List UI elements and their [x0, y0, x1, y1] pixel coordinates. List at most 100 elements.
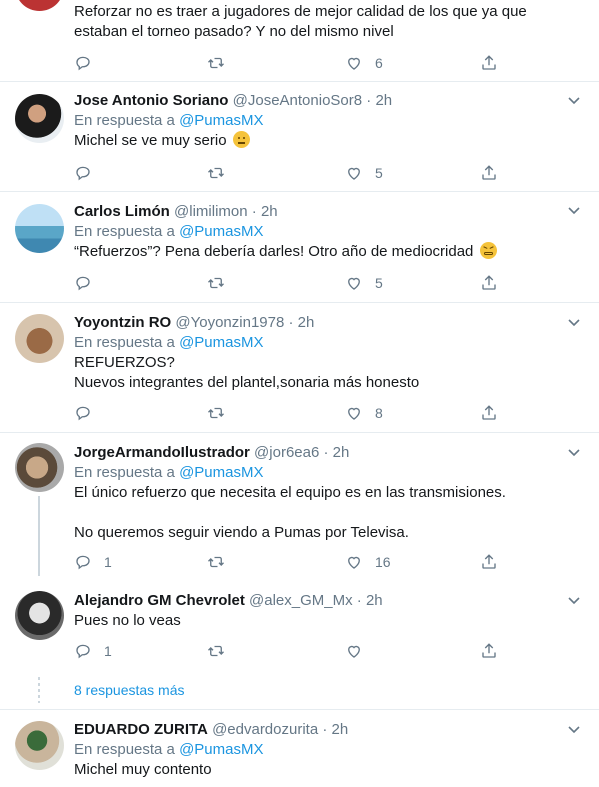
heart-icon	[348, 645, 360, 658]
reply-prefix: En respuesta a	[74, 112, 180, 129]
retweet-button[interactable]	[207, 641, 237, 661]
author-name[interactable]: JorgeArmandoIlustrador	[74, 444, 250, 461]
mention-link[interactable]: @PumasMX	[179, 112, 263, 129]
more-replies-link[interactable]: 8 respuestas más	[74, 682, 185, 698]
timestamp[interactable]: 2h	[333, 444, 350, 461]
like-button[interactable]: 5	[345, 163, 383, 183]
timestamp[interactable]: 2h	[298, 314, 315, 331]
like-button[interactable]: 16	[345, 552, 391, 572]
reply-button[interactable]: 1	[74, 552, 112, 572]
reply-prefix: En respuesta a	[74, 334, 180, 351]
retweet-button[interactable]	[207, 403, 237, 423]
author-name[interactable]: Yoyontzin RO	[74, 314, 171, 331]
timestamp[interactable]: 2h	[261, 203, 278, 220]
retweet-icon	[208, 556, 224, 568]
tweet-text: Michel se ve muy serio	[74, 131, 579, 151]
like-button[interactable]: 8	[345, 403, 383, 423]
separator-dot: ·	[288, 314, 294, 331]
author-handle[interactable]: @jor6ea6	[254, 444, 319, 461]
author-handle[interactable]: @limilimon	[174, 203, 248, 220]
tweet-1[interactable]: Jose Antonio Soriano @JoseAntonioSor8 · …	[0, 82, 599, 192]
heart-icon	[348, 57, 360, 70]
timestamp[interactable]: 2h	[375, 92, 392, 109]
author-handle[interactable]: @alex_GM_Mx	[249, 592, 353, 609]
author-handle[interactable]: @JoseAntonioSor8	[233, 92, 362, 109]
avatar[interactable]	[15, 443, 64, 492]
tweet-2[interactable]: Carlos Limón @limilimon · 2h En respuest…	[0, 192, 599, 303]
tweet-text-line: Nuevos integrantes del plantel,sonaria m…	[74, 374, 420, 391]
share-icon	[482, 275, 496, 290]
avatar[interactable]	[15, 0, 64, 11]
tweet-3[interactable]: Yoyontzin RO @Yoyonzin1978 · 2h En respu…	[0, 303, 599, 433]
neutral-face-icon	[232, 131, 250, 148]
mention-link[interactable]: @PumasMX	[179, 741, 263, 758]
author-name[interactable]: Alejandro GM Chevrolet	[74, 592, 245, 609]
tweet-text-content: “Refuerzos”? Pena debería darles! Otro a…	[74, 243, 474, 260]
mention-link[interactable]: @PumasMX	[179, 464, 263, 481]
retweet-button[interactable]	[207, 273, 237, 293]
separator-dot: ·	[356, 592, 362, 609]
tweet-text-content: Michel se ve muy serio	[74, 132, 227, 149]
tweet-text-line: El único refuerzo que necesita el equipo…	[74, 484, 506, 501]
reply-context: En respuesta a @PumasMX	[74, 740, 579, 760]
share-button[interactable]	[480, 273, 498, 293]
reply-icon	[76, 276, 90, 291]
retweet-button[interactable]	[207, 552, 237, 572]
author-handle[interactable]: @Yoyonzin1978	[175, 314, 284, 331]
author-handle[interactable]: @edvardozurita	[212, 721, 318, 738]
like-button[interactable]	[345, 641, 375, 661]
avatar[interactable]	[15, 314, 64, 363]
tweet-4[interactable]: JorgeArmandoIlustrador @jor6ea6 · 2h En …	[0, 433, 599, 583]
heart-icon	[348, 407, 360, 420]
heart-icon	[348, 277, 360, 290]
retweet-button[interactable]	[207, 163, 237, 183]
heart-icon	[348, 556, 360, 569]
tweet-text: Reforzar no es traer a jugadores de mejo…	[74, 3, 527, 40]
reply-button[interactable]	[74, 273, 104, 293]
heart-icon	[348, 167, 360, 180]
like-button[interactable]: 5	[345, 273, 383, 293]
reply-button[interactable]: 1	[74, 641, 112, 661]
reply-button[interactable]	[74, 163, 104, 183]
timestamp[interactable]: 2h	[332, 721, 349, 738]
persevering-face-icon	[479, 242, 497, 259]
share-button[interactable]	[480, 641, 498, 661]
tweet-6[interactable]: EDUARDO ZURITA @edvardozurita · 2h En re…	[0, 710, 599, 787]
reply-context: En respuesta a @PumasMX	[74, 111, 579, 131]
retweet-icon	[208, 277, 224, 289]
reply-context: En respuesta a @PumasMX	[74, 222, 579, 242]
author-name[interactable]: EDUARDO ZURITA	[74, 721, 208, 738]
author-name[interactable]: Carlos Limón	[74, 203, 170, 220]
reply-icon	[76, 166, 90, 181]
retweet-icon	[208, 407, 224, 419]
reply-button[interactable]	[74, 53, 104, 73]
mention-link[interactable]: @PumasMX	[179, 223, 263, 240]
like-button[interactable]: 6	[345, 53, 383, 73]
author-name[interactable]: Jose Antonio Soriano	[74, 92, 228, 109]
separator-dot: ·	[251, 203, 257, 220]
share-button[interactable]	[480, 552, 498, 572]
reply-prefix: En respuesta a	[74, 464, 180, 481]
mention-link[interactable]: @PumasMX	[179, 334, 263, 351]
reply-button[interactable]	[74, 403, 104, 423]
share-button[interactable]	[480, 163, 498, 183]
tweet-5[interactable]: Alejandro GM Chevrolet @alex_GM_Mx · 2h …	[0, 583, 599, 710]
avatar[interactable]	[15, 94, 64, 143]
avatar[interactable]	[15, 204, 64, 253]
share-icon	[482, 165, 496, 180]
reply-context: En respuesta a @PumasMX	[74, 333, 579, 353]
thread-dots	[38, 677, 40, 703]
reply-prefix: En respuesta a	[74, 741, 180, 758]
share-button[interactable]	[480, 403, 498, 423]
retweet-button[interactable]	[207, 53, 237, 73]
tweet-text: Michel muy contento	[74, 761, 212, 778]
share-button[interactable]	[480, 53, 498, 73]
avatar[interactable]	[15, 591, 64, 640]
timestamp[interactable]: 2h	[366, 592, 383, 609]
tweet-0[interactable]: Reforzar no es traer a jugadores de mejo…	[0, 0, 599, 82]
share-icon	[482, 643, 496, 658]
separator-dot: ·	[323, 444, 329, 461]
separator-dot: ·	[322, 721, 328, 738]
avatar[interactable]	[15, 721, 64, 770]
reply-icon	[76, 555, 90, 570]
